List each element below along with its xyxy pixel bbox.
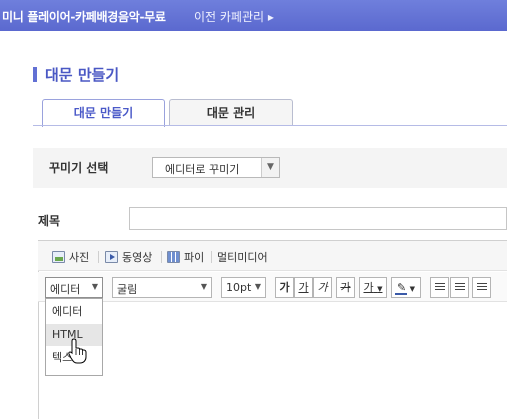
strikethrough-button[interactable]: 가 — [336, 277, 355, 298]
font-color-button[interactable]: 가 ▼ — [359, 277, 387, 298]
align-center-button[interactable] — [450, 277, 469, 298]
toolbar-divider — [161, 251, 162, 263]
highlight-button[interactable]: ✎ ▼ — [391, 277, 421, 298]
subject-input[interactable] — [129, 207, 507, 230]
menu-item-editor[interactable]: 에디터 — [46, 301, 102, 323]
tab-manage-front[interactable]: 대문 관리 — [169, 99, 293, 126]
file-label: 파이 — [184, 251, 205, 264]
insert-file-button[interactable]: 파이 — [167, 249, 204, 265]
align-left-button[interactable] — [430, 277, 449, 298]
prev-cafe-admin-link[interactable]: 이전 카페관리 ▸ — [194, 8, 274, 25]
font-dropdown[interactable]: 굴림 ▼ — [112, 277, 212, 298]
italic-button[interactable]: 가 — [313, 277, 332, 298]
topbar-title[interactable]: 미니 플레이어-카페배경음악-무료 — [2, 8, 166, 25]
title-marker — [33, 67, 37, 82]
chevron-down-icon: ▼ — [377, 285, 383, 293]
decorate-select[interactable]: 에디터로 꾸미기 ▼ — [152, 157, 280, 178]
chevron-down-icon: ▼ — [409, 285, 416, 293]
top-bar: 미니 플레이어-카페배경음악-무료 이전 카페관리 ▸ — [0, 0, 507, 31]
toolbar-divider — [98, 251, 99, 263]
decorate-select-value: 에디터로 꾸미기 — [165, 163, 240, 176]
tab-label: 대문 만들기 — [73, 106, 134, 120]
underline-button[interactable]: 가 — [294, 277, 313, 298]
insert-photo-button[interactable]: 사진 — [52, 249, 89, 265]
decorate-label: 꾸미기 선택 — [49, 161, 109, 175]
bold-button[interactable]: 가 — [275, 277, 294, 298]
page-title: 대문 만들기 — [45, 66, 120, 84]
chevron-down-icon[interactable]: ▼ — [261, 158, 279, 177]
chevron-down-icon: ▼ — [200, 282, 207, 291]
align-left-icon — [434, 283, 445, 292]
font-color-label: 가 — [363, 281, 374, 294]
mode-dropdown-menu: 에디터 HTML 텍스트 — [45, 298, 103, 376]
hand-cursor-icon — [68, 338, 87, 364]
file-icon — [167, 251, 180, 263]
toolbar-divider — [211, 251, 212, 263]
tab-label: 대문 관리 — [206, 106, 256, 120]
insert-video-button[interactable]: 동영상 — [105, 249, 152, 265]
chevron-down-icon: ▼ — [91, 282, 98, 291]
chevron-down-icon: ▼ — [254, 282, 261, 291]
mode-dropdown-value: 에디터 — [50, 283, 81, 296]
size-dropdown-value: 10pt — [226, 281, 252, 294]
size-dropdown[interactable]: 10pt ▼ — [221, 277, 266, 298]
align-right-button[interactable] — [472, 277, 491, 298]
video-icon — [105, 251, 118, 263]
subject-label: 제목 — [38, 214, 61, 228]
align-center-icon — [454, 283, 465, 292]
multimedia-label: 멀티미디어 — [217, 251, 268, 264]
photo-icon — [52, 251, 65, 263]
mode-dropdown[interactable]: 에디터 ▼ — [45, 277, 103, 298]
tab-divider — [33, 125, 507, 126]
insert-multimedia-button[interactable]: 멀티미디어 — [217, 249, 268, 265]
align-right-icon — [476, 283, 487, 292]
highlight-color-bar — [395, 293, 407, 295]
video-label: 동영상 — [122, 251, 153, 264]
tab-make-front[interactable]: 대문 만들기 — [42, 99, 165, 127]
font-dropdown-value: 굴림 — [117, 283, 138, 296]
photo-label: 사진 — [69, 251, 90, 264]
